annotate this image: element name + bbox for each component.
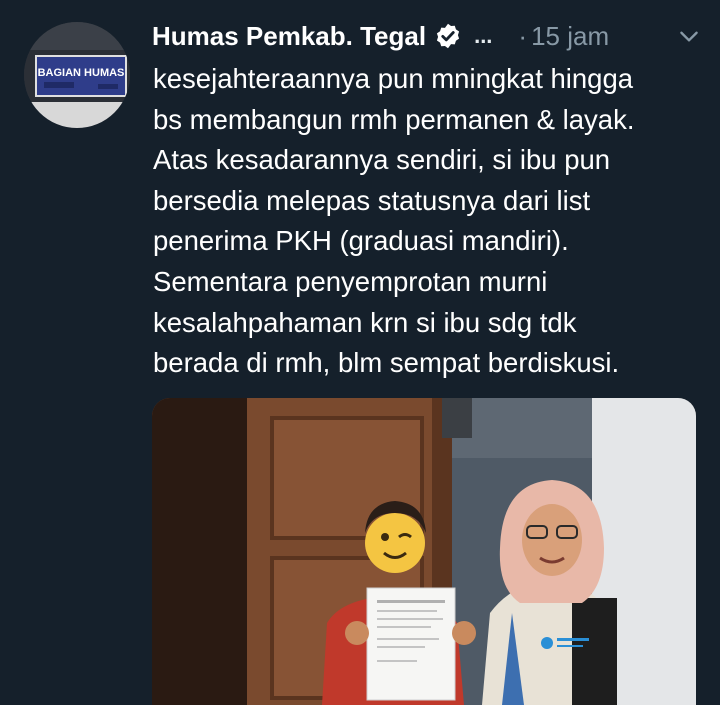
tweet-text-line: bs membangun rmh permanen & layak.	[153, 103, 635, 135]
winking-face-emoji	[365, 513, 425, 573]
tweet-text-line: Sementara penyemprotan murni	[153, 265, 548, 297]
time-separator: ·	[518, 20, 528, 51]
tweet-text-line: berada di rmh, blm sempat berdiskusi.	[153, 347, 620, 379]
tweet-text-line: bersedia melepas statusnya dari list	[153, 184, 591, 216]
name-truncation: ...	[474, 23, 493, 48]
tweet-header: Humas Pemkab. Tegal ... · 15 jam	[152, 18, 702, 54]
tweet-text: kesejahteraannya pun mningkat hingga bs …	[153, 59, 713, 384]
verified-badge-icon	[434, 22, 462, 50]
tweet-text-line: kesejahteraannya pun mningkat hingga	[153, 63, 634, 94]
tweet-timestamp[interactable]: 15 jam	[531, 21, 609, 52]
avatar-image: BAGIAN HUMAS	[24, 22, 130, 128]
tweet-text-line: penerima PKH (graduasi mandiri).	[153, 225, 569, 257]
author-avatar[interactable]: BAGIAN HUMAS	[24, 22, 130, 128]
tweet-media-photo[interactable]	[152, 398, 696, 705]
photo-illustration	[152, 398, 696, 705]
chevron-down-icon[interactable]	[676, 23, 702, 49]
tweet-text-line: Atas kesadarannya sendiri, si ibu pun	[153, 144, 611, 176]
tweet-text-line: kesalahpahaman krn si ibu sdg tdk	[153, 306, 577, 338]
author-name[interactable]: Humas Pemkab. Tegal	[152, 21, 426, 52]
avatar-sign-text: BAGIAN HUMAS	[38, 67, 125, 79]
